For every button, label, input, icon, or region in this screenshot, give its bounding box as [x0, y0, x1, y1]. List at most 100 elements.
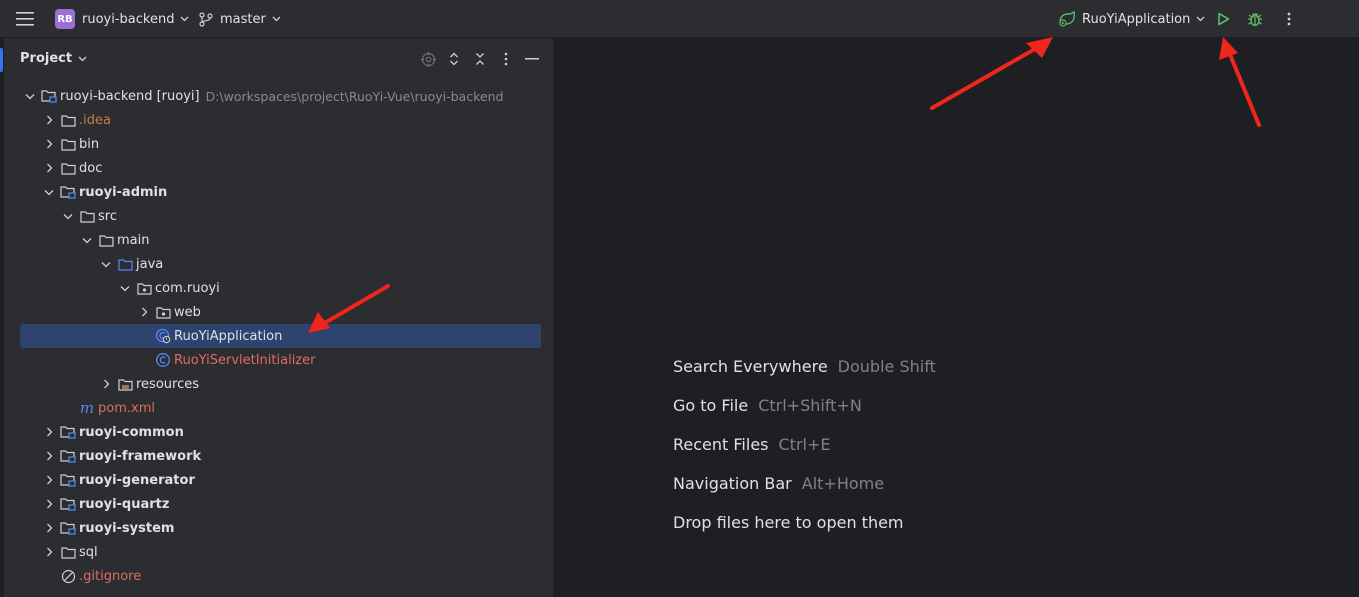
hint-navigation-bar[interactable]: Navigation Bar Alt+Home: [673, 474, 884, 493]
tree-node-label: ruoyi-quartz: [79, 496, 170, 512]
maven-icon: m: [79, 398, 95, 417]
tree-node-label: RuoYiApplication: [174, 328, 283, 344]
tree-node[interactable]: java: [4, 252, 553, 276]
more-actions-button[interactable]: [1282, 0, 1296, 38]
hint-search-everywhere[interactable]: Search Everywhere Double Shift: [673, 357, 936, 376]
tree-node[interactable]: m pom.xml: [4, 396, 553, 420]
folder-icon: [60, 160, 76, 176]
hint-drop-files: Drop files here to open them: [673, 513, 904, 532]
project-panel-header: Project: [4, 38, 553, 82]
hide-panel-button[interactable]: [524, 51, 540, 67]
panel-view-selector[interactable]: Project: [20, 51, 87, 66]
tree-node[interactable]: ruoyi-framework: [4, 444, 553, 468]
hint-label: Drop files here to open them: [673, 513, 904, 532]
chevron-right-icon[interactable]: [41, 136, 57, 152]
tree-node[interactable]: com.ruoyi: [4, 276, 553, 300]
module-folder-icon: [60, 496, 76, 512]
tree-node[interactable]: ruoyi-common: [4, 420, 553, 444]
folder-icon: [98, 232, 114, 248]
chevron-right-icon[interactable]: [136, 304, 152, 320]
tree-node-label: doc: [79, 160, 103, 176]
tree-node-label: sql: [79, 544, 98, 560]
tree-node[interactable]: .idea: [4, 108, 553, 132]
chevron-right-icon[interactable]: [41, 448, 57, 464]
chevron-right-icon[interactable]: [98, 376, 114, 392]
chevron-right-icon[interactable]: [41, 424, 57, 440]
hint-go-to-file[interactable]: Go to File Ctrl+Shift+N: [673, 396, 862, 415]
chevron-right-icon[interactable]: [41, 544, 57, 560]
tree-node[interactable]: RuoYiApplication: [20, 324, 541, 348]
hint-shortcut: Alt+Home: [801, 474, 885, 493]
chevron-down-icon[interactable]: [60, 208, 76, 224]
tree-node[interactable]: ruoyi-admin: [4, 180, 553, 204]
tree-node[interactable]: main: [4, 228, 553, 252]
tree-node[interactable]: bin: [4, 132, 553, 156]
chevron-down-icon: [181, 16, 189, 22]
project-name: ruoyi-backend: [82, 11, 175, 27]
minimize-icon: [525, 58, 539, 60]
tree-node-label: web: [174, 304, 201, 320]
main-menu-button[interactable]: [16, 0, 36, 38]
run-config-name: RuoYiApplication: [1082, 11, 1191, 27]
tree-node[interactable]: ruoyi-system: [4, 516, 553, 540]
tree-node[interactable]: src: [4, 204, 553, 228]
chevron-right-icon[interactable]: [41, 520, 57, 536]
branch-switcher[interactable]: master: [199, 0, 281, 38]
ignore-file-icon: [60, 568, 76, 584]
tree-node-label: ruoyi-admin: [79, 184, 168, 200]
play-icon: [1217, 12, 1229, 26]
hint-label: Navigation Bar: [673, 474, 792, 493]
hint-recent-files[interactable]: Recent Files Ctrl+E: [673, 435, 830, 454]
tree-node[interactable]: sql: [4, 540, 553, 564]
folder-icon: [60, 136, 76, 152]
tree-node[interactable]: .gitignore: [4, 564, 553, 588]
tree-node[interactable]: ruoyi-quartz: [4, 492, 553, 516]
tree-node-label: pom.xml: [98, 400, 155, 416]
tree-node-label: bin: [79, 136, 100, 152]
chevron-right-icon[interactable]: [41, 160, 57, 176]
package-icon: [155, 304, 171, 320]
module-folder-icon: [60, 448, 76, 464]
project-panel: Project ruoyi-backend [ruoyi] D:\workspa…: [4, 38, 553, 597]
module-folder-icon: [41, 88, 57, 104]
tree-node[interactable]: resources: [4, 372, 553, 396]
chevron-right-icon[interactable]: [41, 112, 57, 128]
chevron-right-icon[interactable]: [41, 496, 57, 512]
tree-node[interactable]: doc: [4, 156, 553, 180]
tree-node[interactable]: RuoYiServletInitializer: [4, 348, 553, 372]
chevron-down-icon[interactable]: [117, 280, 133, 296]
tree-node[interactable]: ruoyi-backend [ruoyi] D:\workspaces\proje…: [4, 84, 553, 108]
project-badge: RB: [55, 9, 75, 29]
tree-node[interactable]: web: [4, 300, 553, 324]
chevron-down-icon[interactable]: [79, 232, 95, 248]
chevron-down-icon[interactable]: [98, 256, 114, 272]
chevron-down-icon[interactable]: [22, 88, 38, 104]
chevron-down-icon: [272, 16, 281, 22]
spring-boot-run-icon: [1059, 11, 1076, 27]
more-vertical-icon: [504, 52, 508, 66]
project-tool-window-indicator[interactable]: [0, 48, 3, 72]
hint-label: Go to File: [673, 396, 749, 415]
collapse-all-button[interactable]: [472, 51, 488, 67]
panel-options-button[interactable]: [498, 51, 514, 67]
project-switcher[interactable]: RB ruoyi-backend: [55, 0, 189, 38]
crosshair-icon: [420, 51, 436, 67]
tree-node-label: ruoyi-common: [79, 424, 184, 440]
debug-button[interactable]: [1246, 0, 1264, 38]
expand-all-button[interactable]: [446, 51, 462, 67]
chevron-down-icon[interactable]: [41, 184, 57, 200]
tree-node[interactable]: ruoyi-generator: [4, 468, 553, 492]
run-configuration-selector[interactable]: RuoYiApplication: [1058, 0, 1205, 38]
module-folder-icon: [60, 472, 76, 488]
folder-icon: [79, 208, 95, 224]
tree-node-label: ruoyi-framework: [79, 448, 202, 464]
run-button[interactable]: [1214, 0, 1232, 38]
hamburger-icon: [16, 12, 34, 26]
select-opened-file-button[interactable]: [420, 51, 436, 67]
title-bar: RB ruoyi-backend master RuoYiApplication: [0, 0, 1359, 38]
more-vertical-icon: [1287, 12, 1291, 26]
chevron-right-icon[interactable]: [41, 472, 57, 488]
